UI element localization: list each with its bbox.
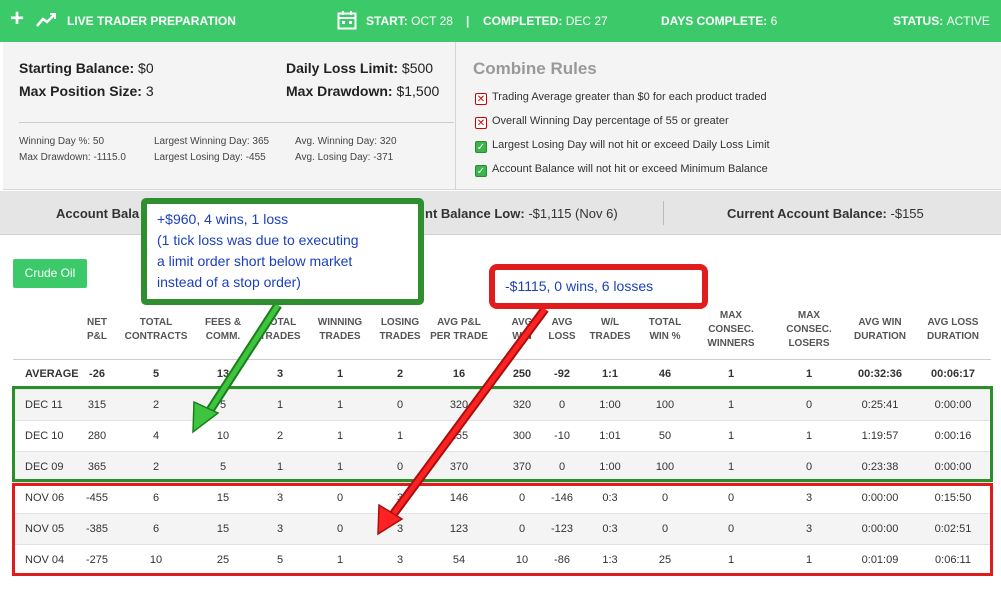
- current-balance-value: -$155: [890, 206, 924, 221]
- max-drawdown-label: Max Drawdown:: [286, 83, 393, 99]
- header-separator: |: [466, 14, 470, 28]
- daily-loss-value: $500: [401, 60, 434, 76]
- starting-balance: Starting Balance: $0: [19, 60, 154, 76]
- column-header[interactable]: WINNING TRADES: [313, 300, 368, 360]
- start-value: OCT 28: [411, 14, 453, 28]
- red-annotation-callout: -$1115, 0 wins, 6 losses: [489, 264, 708, 309]
- status-label: STATUS:: [893, 14, 944, 28]
- pass-check-icon: ✓: [475, 165, 487, 177]
- trend-line-icon: [36, 11, 58, 32]
- fail-x-icon: ✕: [475, 93, 487, 105]
- column-header[interactable]: TOTAL CONTRACTS: [121, 300, 191, 360]
- daily-loss-limit: Daily Loss Limit: $500: [286, 60, 433, 76]
- divider: [455, 42, 456, 190]
- pass-check-icon: ✓: [475, 141, 487, 153]
- status-value: ACTIVE: [946, 14, 990, 28]
- column-header[interactable]: TOTAL WIN %: [643, 300, 688, 360]
- stat-max-drawdown: Max Drawdown: -1115.0: [19, 152, 126, 163]
- days-complete: DAYS COMPLETE: 6: [661, 14, 777, 28]
- column-header[interactable]: AVG LOSS DURATION: [923, 300, 983, 360]
- max-drawdown: Max Drawdown: $1,500: [286, 83, 439, 99]
- fail-x-icon: ✕: [475, 117, 487, 129]
- starting-balance-label: Starting Balance:: [19, 60, 135, 76]
- days-label: DAYS COMPLETE:: [661, 14, 768, 28]
- balance-low-value: -$1,115 (Nov 6): [528, 206, 618, 221]
- completed-value: DEC 27: [565, 14, 608, 28]
- column-header[interactable]: AVG WIN: [507, 300, 537, 360]
- column-header[interactable]: FEES & COMM.: [198, 300, 248, 360]
- column-header[interactable]: LOSING TRADES: [373, 300, 428, 360]
- stat-largest-winning-day: Largest Winning Day: 365: [154, 136, 270, 147]
- crude-oil-tab[interactable]: Crude Oil: [13, 259, 87, 288]
- balance-low-label: nt Balance Low:: [425, 206, 525, 221]
- column-header[interactable]: W/L TRADES: [588, 300, 633, 360]
- column-header[interactable]: MAX CONSEC. WINNERS: [701, 300, 761, 360]
- rule-text: Overall Winning Day percentage of 55 or …: [492, 115, 729, 127]
- green-annotation-callout: +$960, 4 wins, 1 loss (1 tick loss was d…: [141, 198, 424, 305]
- column-header[interactable]: TOTAL TRADES: [255, 300, 305, 360]
- completed-label: COMPLETED:: [483, 14, 563, 28]
- days-value: 6: [770, 14, 778, 28]
- current-balance: Current Account Balance: -$155: [727, 206, 924, 221]
- top-header-bar: + LIVE TRADER PREPARATION START: OCT 28 …: [0, 0, 1001, 42]
- calendar-icon: [337, 10, 357, 33]
- current-balance-label: Current Account Balance:: [727, 206, 887, 221]
- account-info-panel: Starting Balance: $0 Max Position Size: …: [3, 42, 1001, 190]
- column-header[interactable]: NET P&L: [77, 300, 117, 360]
- stat-avg-losing-day: Avg. Losing Day: -371: [295, 152, 394, 163]
- red-highlight-box: [12, 483, 993, 576]
- green-highlight-box: [12, 386, 993, 482]
- start-label: START:: [366, 14, 408, 28]
- rule-text: Largest Losing Day will not hit or excee…: [492, 139, 770, 151]
- combine-rules-title: Combine Rules: [473, 59, 597, 78]
- page-title: LIVE TRADER PREPARATION: [67, 14, 236, 28]
- column-header[interactable]: MAX CONSEC. LOSERS: [779, 300, 839, 360]
- account-balance-label: Account Bala: [56, 206, 140, 221]
- stat-avg-winning-day: Avg. Winning Day: 320: [295, 136, 397, 147]
- max-position-label: Max Position Size:: [19, 83, 142, 99]
- divider: [663, 201, 664, 225]
- daily-loss-label: Daily Loss Limit:: [286, 60, 399, 76]
- callout-line: (1 tick loss was due to executing: [157, 232, 359, 248]
- divider: [19, 122, 454, 123]
- callout-line: instead of a stop order): [157, 274, 301, 290]
- stat-winning-day-pct: Winning Day %: 50: [19, 136, 105, 147]
- completed-date: COMPLETED: DEC 27: [483, 14, 608, 28]
- starting-balance-value: $0: [138, 60, 154, 76]
- status: STATUS: ACTIVE: [893, 14, 990, 28]
- column-header[interactable]: AVG LOSS: [542, 300, 582, 360]
- callout-line: a limit order short below market: [157, 253, 353, 269]
- start-date: START: OCT 28: [366, 14, 453, 28]
- column-header[interactable]: AVG P&L PER TRADE: [424, 300, 494, 360]
- balance-low: nt Balance Low: -$1,115 (Nov 6): [425, 206, 618, 221]
- rule-text: Trading Average greater than $0 for each…: [492, 91, 767, 103]
- stat-largest-losing-day: Largest Losing Day: -455: [154, 152, 266, 163]
- rule-item: ✕ Overall Winning Day percentage of 55 or…: [475, 114, 729, 129]
- callout-line: +$960, 4 wins, 1 loss: [157, 211, 289, 227]
- column-header[interactable]: AVG WIN DURATION: [848, 300, 913, 360]
- add-icon[interactable]: +: [10, 6, 24, 32]
- rule-item: ✕ Trading Average greater than $0 for eac…: [475, 90, 767, 105]
- max-position-size: Max Position Size: 3: [19, 83, 154, 99]
- rule-item: ✓ Account Balance will not hit or exceed …: [475, 162, 768, 177]
- rule-text: Account Balance will not hit or exceed M…: [492, 163, 768, 175]
- rule-item: ✓ Largest Losing Day will not hit or exce…: [475, 138, 770, 153]
- max-drawdown-value: $1,500: [396, 83, 440, 99]
- max-position-value: 3: [145, 83, 154, 99]
